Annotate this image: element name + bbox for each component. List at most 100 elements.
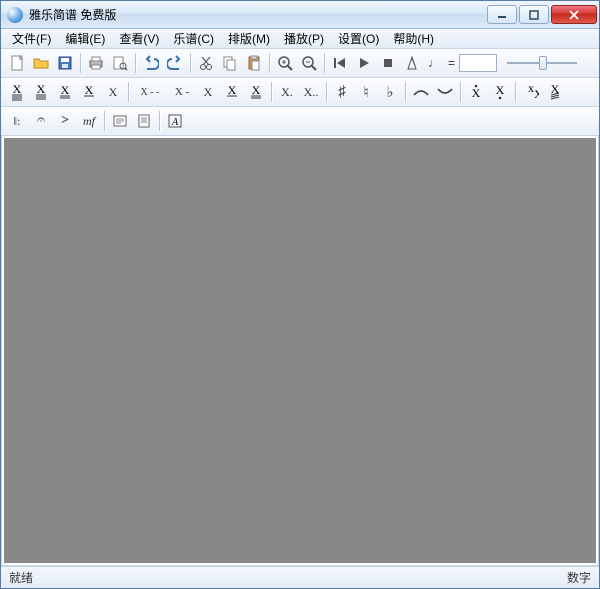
print-button[interactable]	[85, 52, 107, 74]
tremolo-icon: X	[547, 84, 563, 100]
print-preview-button[interactable]	[109, 52, 131, 74]
redo-icon	[167, 55, 183, 71]
metronome-icon	[405, 56, 419, 70]
zoom-in-icon	[277, 55, 293, 71]
open-folder-icon	[33, 55, 49, 71]
maximize-icon	[529, 10, 539, 20]
skip-start-button[interactable]	[329, 52, 351, 74]
svg-text:X: X	[85, 83, 94, 97]
slur-button[interactable]	[434, 81, 456, 103]
new-button[interactable]	[6, 52, 28, 74]
copy-icon	[222, 55, 238, 71]
menu-layout[interactable]: 排版(M)	[221, 28, 277, 49]
note-dur-2[interactable]: X	[30, 81, 52, 103]
accidental-natural[interactable]: ♮	[355, 81, 377, 103]
tie-button[interactable]	[410, 81, 432, 103]
workspace-frame	[1, 136, 599, 566]
octave-up-button[interactable]: X	[465, 81, 487, 103]
note-x-3line-icon: X	[33, 83, 49, 101]
svg-text:X: X	[472, 86, 481, 100]
minimize-button[interactable]	[487, 5, 517, 24]
close-button[interactable]	[551, 5, 597, 24]
maximize-button[interactable]	[519, 5, 549, 24]
note-dur-4[interactable]: X	[78, 81, 100, 103]
tempo-input[interactable]	[459, 54, 497, 72]
grace-note-button[interactable]: xX	[520, 81, 542, 103]
dynamic-mf-button[interactable]: mf	[78, 110, 100, 132]
tremolo-button[interactable]: X	[544, 81, 566, 103]
a-box-icon: A	[167, 113, 183, 129]
menu-settings[interactable]: 设置(O)	[331, 28, 386, 49]
save-button[interactable]	[54, 52, 76, 74]
note-x-1line-icon: X	[81, 83, 97, 101]
zoom-in-button[interactable]	[274, 52, 296, 74]
menu-score[interactable]: 乐谱(C)	[166, 28, 221, 49]
lyrics-button[interactable]	[109, 110, 131, 132]
rehearsal-mark-button[interactable]: A	[164, 110, 186, 132]
octave-down-button[interactable]: X	[489, 81, 511, 103]
stop-button[interactable]	[377, 52, 399, 74]
cut-button[interactable]	[195, 52, 217, 74]
print-icon	[88, 55, 104, 71]
undo-button[interactable]	[140, 52, 162, 74]
svg-text:A: A	[171, 117, 179, 128]
menu-play[interactable]: 播放(P)	[277, 28, 331, 49]
repeat-start-button[interactable]: ‖:	[6, 110, 28, 132]
menu-file[interactable]: 文件(F)	[5, 28, 58, 49]
accent-button[interactable]: >	[54, 110, 76, 132]
note-dash-2[interactable]: X - -	[133, 81, 167, 103]
tie-icon	[412, 85, 430, 99]
note-x-4line-icon: X	[9, 83, 25, 101]
open-button[interactable]	[30, 52, 52, 74]
svg-text:X: X	[13, 83, 22, 96]
svg-text:X: X	[37, 83, 46, 96]
tempo-equals: =	[444, 56, 459, 70]
tempo-note-icon: ♩	[424, 56, 444, 70]
close-icon	[569, 10, 579, 20]
score-canvas[interactable]	[4, 138, 596, 563]
slider-thumb-icon	[539, 56, 547, 70]
stop-icon	[381, 56, 395, 70]
paste-icon	[246, 55, 262, 71]
accidental-sharp[interactable]: ♯	[331, 81, 353, 103]
minimize-icon	[497, 10, 507, 20]
zoom-out-button[interactable]	[298, 52, 320, 74]
menubar: 文件(F) 编辑(E) 查看(V) 乐谱(C) 排版(M) 播放(P) 设置(O…	[1, 29, 599, 49]
x-dot-above-icon: X	[468, 83, 484, 101]
cut-icon	[198, 55, 214, 71]
note-quarter[interactable]: X	[197, 81, 219, 103]
menu-help[interactable]: 帮助(H)	[386, 28, 441, 49]
note-dur-3[interactable]: X	[54, 81, 76, 103]
statusbar: 就绪 数字	[1, 566, 599, 588]
redo-button[interactable]	[164, 52, 186, 74]
print-preview-icon	[112, 55, 128, 71]
play-button[interactable]	[353, 52, 375, 74]
note-double-dotted[interactable]: X..	[300, 81, 322, 103]
save-icon	[57, 55, 73, 71]
menu-edit[interactable]: 编辑(E)	[58, 28, 112, 49]
note-dash-1[interactable]: X -	[169, 81, 195, 103]
window-controls	[487, 5, 597, 24]
menu-view[interactable]: 查看(V)	[112, 28, 166, 49]
note-x-u2-icon: X	[248, 83, 264, 101]
note-dotted[interactable]: X.	[276, 81, 298, 103]
svg-text:X: X	[534, 87, 539, 100]
note-x-u1-icon: X	[224, 83, 240, 101]
note-sixteenth[interactable]: X	[245, 81, 267, 103]
note-eighth[interactable]: X	[221, 81, 243, 103]
svg-text:X: X	[61, 83, 70, 97]
tempo-slider[interactable]	[507, 54, 577, 72]
note-x-2line-icon: X	[57, 83, 73, 101]
copy-button[interactable]	[219, 52, 241, 74]
accidental-flat[interactable]: ♭	[379, 81, 401, 103]
skip-start-icon	[333, 56, 347, 70]
note-dur-1[interactable]: X	[6, 81, 28, 103]
slur-icon	[436, 85, 454, 99]
text-button[interactable]	[133, 110, 155, 132]
status-left: 就绪	[9, 569, 33, 586]
app-icon	[7, 7, 23, 23]
paste-button[interactable]	[243, 52, 265, 74]
metronome-button[interactable]	[401, 52, 423, 74]
fermata-button[interactable]: 𝄐	[30, 110, 52, 132]
note-dur-5[interactable]: X	[102, 81, 124, 103]
